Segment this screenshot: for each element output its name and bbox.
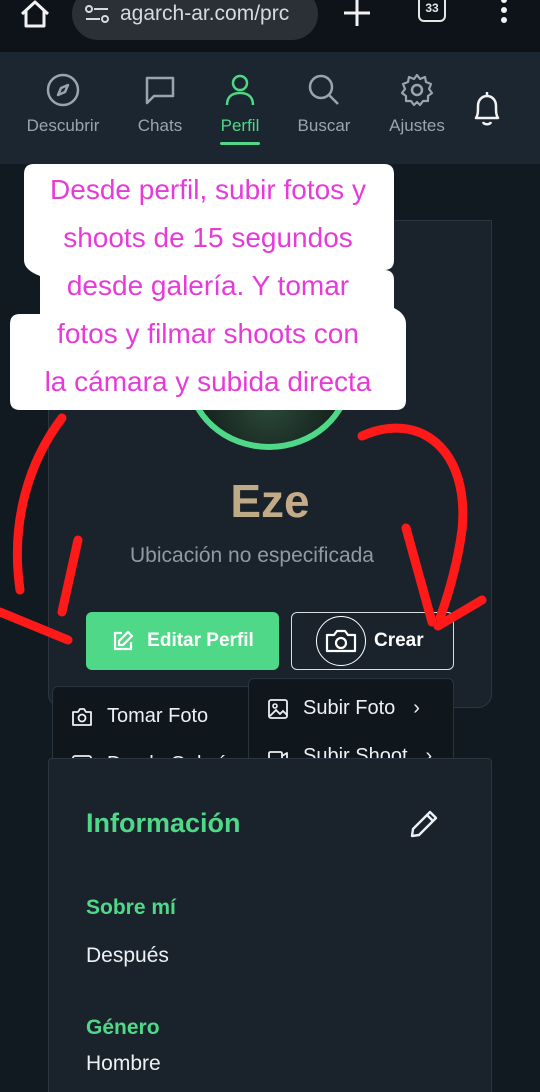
menu-item-tomar-foto[interactable]: Tomar Foto	[71, 705, 208, 728]
profile-location: Ubicación no especificada	[130, 544, 374, 567]
new-tab-icon[interactable]	[340, 0, 374, 30]
site-settings-icon[interactable]	[84, 3, 110, 25]
menu-item-subir-foto[interactable]: Subir Foto ›	[267, 697, 420, 720]
user-icon	[225, 74, 255, 106]
chevron-right-icon: ›	[413, 697, 420, 719]
annotation-note: Desde perfil, subir fotos y shoots de 15…	[10, 164, 406, 410]
nav-label: Perfil	[220, 116, 260, 135]
bell-icon[interactable]	[470, 90, 504, 128]
gear-icon	[400, 73, 434, 107]
about-label: Sobre mí	[86, 896, 176, 919]
info-title: Información	[86, 808, 241, 838]
annotation-line: desde galería. Y tomar	[66, 270, 350, 301]
create-label: Crear	[374, 630, 424, 651]
pencil-icon[interactable]	[408, 808, 440, 840]
nav-item-buscar[interactable]: Buscar	[279, 72, 369, 152]
nav-item-ajustes[interactable]: Ajustes	[372, 72, 462, 152]
gender-value: Hombre	[86, 1052, 161, 1075]
nav-label: Buscar	[297, 116, 351, 135]
camera-icon	[72, 707, 92, 726]
chat-icon	[145, 76, 175, 105]
nav-item-perfil[interactable]: Perfil	[195, 72, 285, 152]
browser-toolbar: agarch-ar.com/prc 33	[0, 0, 540, 52]
address-bar[interactable]: agarch-ar.com/prc	[72, 0, 318, 40]
edit-icon	[114, 630, 134, 651]
home-icon[interactable]	[18, 0, 52, 32]
edit-profile-label: Editar Perfil	[147, 630, 254, 651]
compass-icon	[46, 73, 80, 107]
nav-label: Chats	[137, 116, 183, 135]
gender-label: Género	[86, 1016, 160, 1039]
app-nav-bar: Descubrir Chats Perfil Buscar Ajustes	[0, 52, 540, 164]
profile-name: Eze	[0, 474, 540, 528]
annotation-line: fotos y filmar shoots con	[57, 318, 359, 349]
menu-item-label: Tomar Foto	[107, 705, 209, 727]
nav-item-chats[interactable]: Chats	[115, 72, 205, 152]
camera-icon	[316, 616, 366, 666]
tab-switcher-button[interactable]: 33	[418, 0, 446, 22]
annotation-text: Desde perfil, subir fotos y shoots de 15…	[18, 166, 398, 406]
create-button[interactable]: Crear	[291, 612, 454, 670]
about-value: Después	[86, 944, 169, 967]
annotation-line: Desde perfil, subir fotos y	[50, 174, 366, 205]
image-icon	[268, 698, 288, 719]
nav-label: Descubrir	[26, 116, 100, 135]
nav-label: Ajustes	[389, 116, 445, 135]
annotation-line: la cámara y subida directa	[44, 366, 372, 397]
annotation-line: shoots de 15 segundos	[63, 222, 353, 253]
menu-item-label: Subir Foto	[303, 697, 396, 719]
search-icon	[308, 74, 339, 105]
nav-item-descubrir[interactable]: Descubrir	[18, 72, 108, 152]
url-text: agarch-ar.com/prc	[120, 2, 290, 25]
browser-menu-icon[interactable]	[494, 0, 514, 30]
tab-count: 33	[425, 1, 439, 15]
edit-profile-button[interactable]: Editar Perfil	[86, 612, 279, 670]
